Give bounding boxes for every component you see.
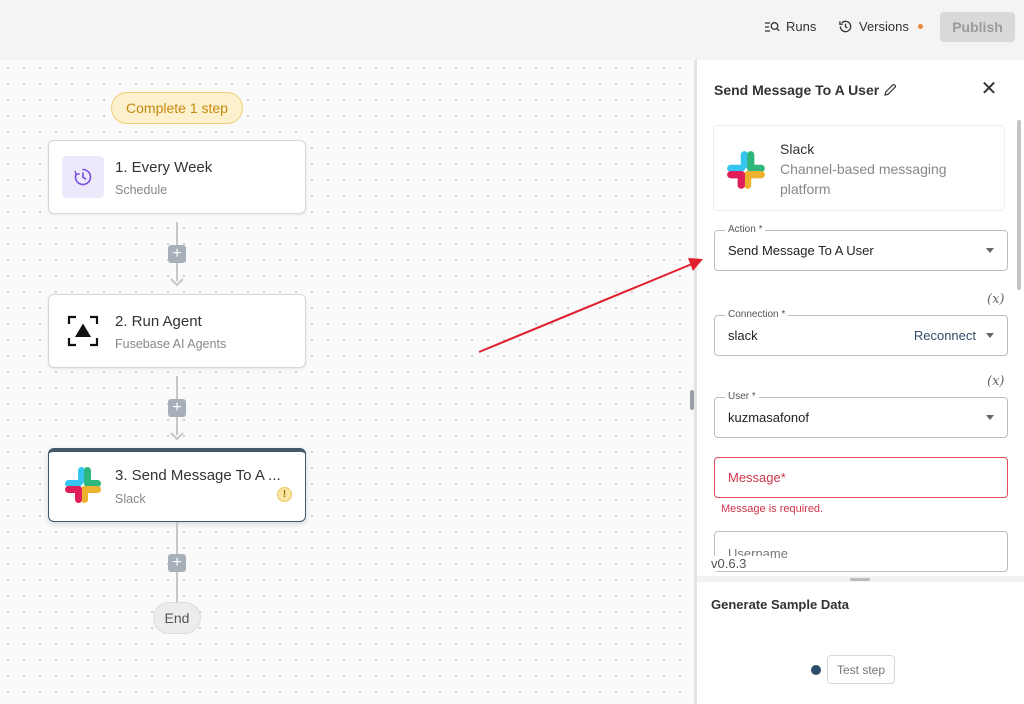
chevron-down-icon	[986, 333, 994, 338]
field-label: User *	[725, 391, 759, 402]
chevron-down-icon	[986, 248, 994, 253]
connector-line	[176, 376, 178, 400]
connector-arrow-icon	[170, 278, 184, 286]
node-title: 2. Run Agent	[115, 313, 202, 330]
status-pill: Complete 1 step	[111, 92, 243, 124]
versions-button[interactable]: Versions	[838, 19, 923, 34]
sample-data-title: Generate Sample Data	[711, 597, 850, 612]
step-settings-panel: Send Message To A User ✕ Slack Channel-b…	[697, 60, 1024, 576]
warning-icon: !	[277, 487, 292, 502]
runs-button[interactable]: Runs	[764, 19, 816, 34]
slack-logo-icon	[727, 151, 765, 189]
add-step-button[interactable]: +	[168, 245, 186, 263]
dynamic-value-toggle[interactable]: (x)	[987, 292, 1004, 307]
message-input[interactable]: Message*	[714, 457, 1008, 498]
panel-title: Send Message To A User	[714, 82, 897, 98]
version-label: v0.6.3	[711, 556, 771, 571]
app-name: Slack	[780, 141, 815, 157]
publish-button[interactable]: Publish	[940, 12, 1015, 42]
panel-scrollbar[interactable]	[1017, 120, 1021, 290]
action-select[interactable]: Action * Send Message To A User	[714, 224, 1008, 271]
panel-title-text: Send Message To A User	[714, 82, 880, 98]
end-node: End	[153, 602, 201, 634]
resize-handle[interactable]	[690, 390, 694, 410]
field-value: Send Message To A User	[728, 243, 874, 258]
node-title: 1. Every Week	[115, 159, 213, 176]
field-value: kuzmasafonof	[728, 410, 809, 425]
user-select[interactable]: User * kuzmasafonof	[714, 391, 1008, 438]
splitter-grip[interactable]	[850, 578, 870, 581]
sample-data-section: Generate Sample Data Test step	[697, 582, 1024, 704]
chevron-down-icon	[986, 415, 994, 420]
add-step-button[interactable]: +	[168, 554, 186, 572]
versions-label: Versions	[859, 19, 909, 34]
slack-logo-icon	[62, 464, 104, 506]
flow-canvas[interactable]: Complete 1 step 1. Every Week Schedule +…	[0, 60, 694, 704]
reconnect-button[interactable]: Reconnect	[914, 328, 976, 343]
node-subtitle: Fusebase AI Agents	[115, 337, 227, 351]
history-icon	[839, 20, 852, 33]
close-icon[interactable]: ✕	[979, 79, 999, 99]
pencil-edit-icon[interactable]	[883, 83, 897, 97]
node-subtitle: Slack	[115, 492, 146, 506]
connector-line	[176, 572, 178, 602]
schedule-clock-icon	[62, 156, 104, 198]
status-dot	[811, 665, 821, 675]
field-value: slack	[728, 328, 758, 343]
connector-line	[176, 522, 178, 554]
flow-node-send-message[interactable]: 3. Send Message To A ... Slack !	[48, 448, 306, 522]
field-label: Connection *	[725, 309, 789, 320]
message-error-text: Message is required.	[721, 503, 824, 515]
flow-node-run-agent[interactable]: 2. Run Agent Fusebase AI Agents	[48, 294, 306, 368]
fusebase-agent-icon	[62, 310, 104, 352]
field-label: Action *	[725, 224, 766, 235]
unsaved-indicator-dot	[917, 24, 923, 29]
app-info-card: Slack Channel-based messaging platform	[713, 125, 1005, 211]
add-step-button[interactable]: +	[168, 399, 186, 417]
top-bar: Runs Versions Publish	[0, 0, 1024, 60]
node-subtitle: Schedule	[115, 183, 168, 197]
runs-list-search-icon	[765, 21, 780, 32]
flow-node-every-week[interactable]: 1. Every Week Schedule	[48, 140, 306, 214]
test-step-button[interactable]: Test step	[827, 655, 895, 684]
dynamic-value-toggle[interactable]: (x)	[987, 374, 1004, 389]
connection-select[interactable]: Connection * slack Reconnect	[714, 309, 1008, 356]
app-description: Channel-based messaging platform	[780, 161, 947, 197]
message-placeholder: Message*	[728, 470, 786, 485]
connector-line	[176, 222, 178, 246]
runs-label: Runs	[786, 19, 817, 34]
node-title: 3. Send Message To A ...	[115, 467, 281, 484]
connector-arrow-icon	[170, 432, 184, 440]
